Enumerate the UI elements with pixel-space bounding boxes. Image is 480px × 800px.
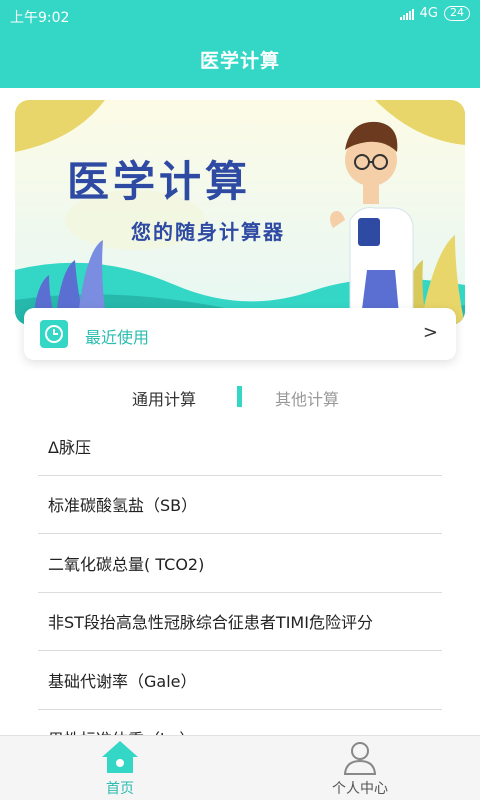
list-item[interactable]: 基础代谢率（Gale）	[38, 651, 442, 710]
network-type: 4G	[419, 6, 438, 21]
chevron-right-icon: >	[422, 322, 438, 343]
signal-icon	[399, 8, 414, 20]
bottom-tab-bar: 首页 个人中心	[0, 735, 480, 800]
tab-other[interactable]: 其他计算	[275, 386, 339, 410]
page-title: 医学计算	[199, 50, 280, 72]
tab-indicator	[237, 386, 242, 407]
list-item[interactable]: 非ST段抬高急性冠脉综合征患者TIMI危险评分	[38, 593, 442, 651]
recent-use-card[interactable]: 最近使用 >	[24, 308, 456, 360]
list-item[interactable]: Δ脉压	[38, 417, 442, 476]
user-icon	[343, 742, 377, 775]
list-item[interactable]: 标准碳酸氢盐（SB）	[38, 476, 442, 534]
calculator-list: Δ脉压 标准碳酸氢盐（SB） 二氧化碳总量( TCO2) 非ST段抬高急性冠脉综…	[38, 417, 442, 768]
category-tabs: 通用计算 其他计算	[0, 380, 480, 412]
home-icon	[102, 741, 138, 773]
status-indicators: 4G 24	[399, 6, 470, 21]
tabbar-profile-label: 个人中心	[332, 781, 388, 797]
banner-image[interactable]: 医学计算 您的随身计算器	[15, 100, 465, 325]
tabbar-home[interactable]: 首页	[40, 736, 200, 800]
tabbar-home-label: 首页	[106, 781, 134, 797]
tabbar-profile[interactable]: 个人中心	[280, 736, 440, 800]
app-header: 上午9:02 4G 24 医学计算	[0, 0, 480, 88]
status-time: 上午9:02	[10, 10, 70, 26]
banner-subtitle: 您的随身计算器	[131, 220, 285, 244]
recent-use-label: 最近使用	[85, 328, 150, 347]
list-item[interactable]: 二氧化碳总量( TCO2)	[38, 534, 442, 593]
banner-title: 医学计算	[67, 157, 252, 206]
battery-icon: 24	[444, 6, 470, 21]
tab-general[interactable]: 通用计算	[132, 386, 196, 410]
banner-illustration	[15, 100, 465, 325]
clock-icon	[40, 320, 68, 348]
status-bar: 上午9:02 4G 24	[0, 0, 480, 30]
